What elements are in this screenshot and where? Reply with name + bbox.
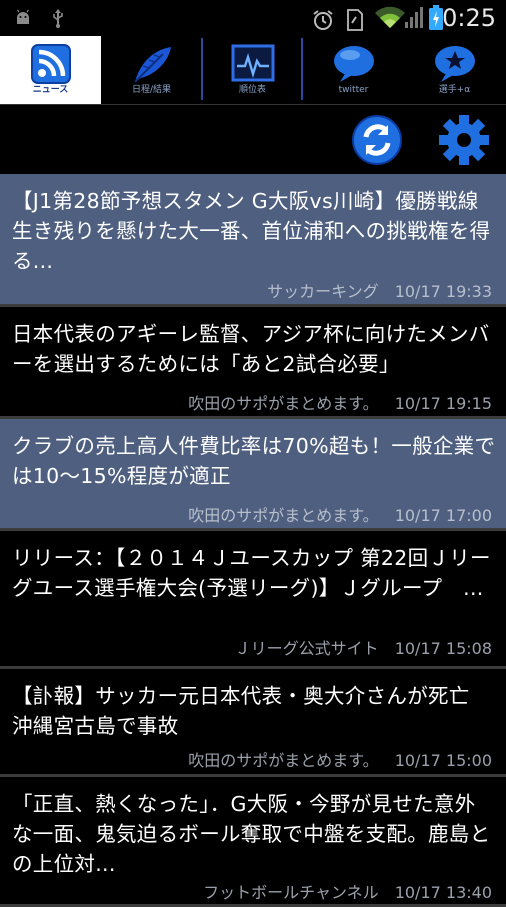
wifi-icon (374, 6, 406, 34)
news-meta: 吹田のサポがまとめます。 10/17 15:00 (188, 747, 492, 771)
news-item[interactable]: 日本代表のアギーレ監督、アジア杯に向けたメンバーを選出するためには「あと2試合必… (0, 307, 506, 419)
news-source: 吹田のサポがまとめます。 (188, 751, 379, 770)
news-item[interactable]: リリース：【２０１４Ｊユースカップ 第22回Ｊリーグユース選手権大会(予選リーグ… (0, 531, 506, 669)
news-meta: サッカーキング 10/17 19:33 (267, 278, 492, 302)
news-item[interactable]: 【J1第28節予想スタメン G大阪vs川崎】優勝戦線生き残りを懸けた大一番、首位… (0, 174, 506, 307)
news-meta: Ｊリーグ公式サイト 10/17 15:08 (235, 635, 492, 659)
news-meta: 吹田のサポがまとめます。 10/17 19:15 (188, 390, 492, 414)
status-bar: 0:25 (0, 0, 506, 36)
news-time: 10/17 15:00 (394, 751, 492, 770)
refresh-icon (350, 115, 404, 173)
news-meta: フットボールチャンネル 10/17 13:40 (203, 879, 492, 903)
signal-icon (404, 6, 424, 34)
news-source: 吹田のサポがまとめます。 (188, 394, 379, 413)
toolbar (0, 104, 506, 175)
news-time: 10/17 19:15 (394, 394, 492, 413)
tab-standings[interactable]: 順位表 (202, 36, 303, 104)
speech-bubble-icon (332, 44, 376, 88)
tab-label: 順位表 (238, 85, 266, 95)
news-title: リリース：【２０１４Ｊユースカップ 第22回Ｊリーグユース選手権大会(予選リーグ… (12, 546, 491, 600)
tab-label: 日程/結果 (131, 85, 172, 95)
tab-news[interactable]: ニュース (0, 36, 101, 104)
settings-button[interactable] (437, 111, 491, 169)
news-title: 【J1第28節予想スタメン G大阪vs川崎】優勝戦線生き残りを懸けた大一番、首位… (12, 189, 491, 273)
tab-bar: ニュース 日程/結果 順位表 twitter 選手+α (0, 36, 506, 104)
news-time: 10/17 19:33 (394, 282, 492, 301)
news-source: サッカーキング (267, 282, 379, 301)
news-item[interactable]: クラブの売上高人件費比率は70%超も！一般企業では10～15%程度が適正 吹田の… (0, 419, 506, 531)
clock: 0:25 (442, 4, 496, 32)
news-title: 日本代表のアギーレ監督、アジア杯に向けたメンバーを選出するためには「あと2試合必… (12, 322, 490, 376)
tab-players[interactable]: 選手+α (404, 36, 505, 104)
refresh-button[interactable] (350, 111, 404, 169)
gear-icon (437, 115, 491, 173)
news-source: 吹田のサポがまとめます。 (188, 506, 379, 525)
tab-label: 選手+α (438, 85, 471, 95)
android-debug-icon (14, 9, 32, 31)
news-item[interactable]: 「正直、熱くなった」．G大阪・今野が見せた意外な一面、鬼気迫るボール奪取で中盤を… (0, 777, 506, 907)
news-time: 10/17 15:08 (394, 639, 492, 658)
tab-schedule[interactable]: 日程/結果 (101, 36, 202, 104)
sim-icon (346, 9, 364, 35)
tab-twitter[interactable]: twitter (303, 36, 404, 104)
news-meta: 吹田のサポがまとめます。 10/17 17:00 (188, 502, 492, 526)
news-time: 10/17 13:40 (394, 883, 492, 902)
tab-label: ニュース (32, 85, 69, 95)
alarm-icon (312, 9, 334, 35)
news-item[interactable]: 【訃報】サッカー元日本代表・奥大介さんが死亡 沖縄宮古島で事故 吹田のサポがまと… (0, 669, 506, 777)
tab-label: twitter (338, 85, 369, 95)
usb-icon (50, 9, 66, 33)
news-title: 【訃報】サッカー元日本代表・奥大介さんが死亡 沖縄宮古島で事故 (12, 684, 491, 738)
news-title: 「正直、熱くなった」．G大阪・今野が見せた意外な一面、鬼気迫るボール奪取で中盤を… (12, 792, 491, 876)
news-source: フットボールチャンネル (203, 883, 379, 902)
news-title: クラブの売上高人件費比率は70%超も！一般企業では10～15%程度が適正 (12, 434, 496, 488)
news-time: 10/17 17:00 (394, 506, 492, 525)
news-source: Ｊリーグ公式サイト (234, 639, 379, 658)
